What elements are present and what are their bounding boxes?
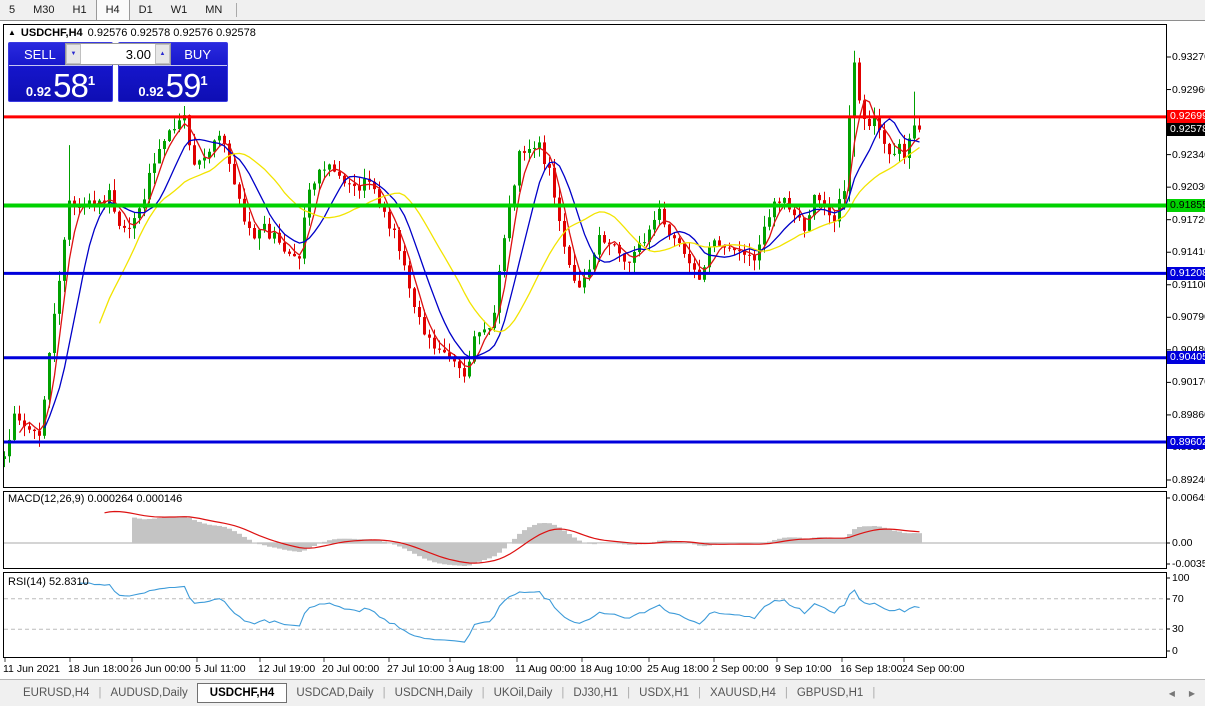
time-axis-label: 12 Jul 19:00	[258, 663, 315, 675]
macd-scale-label: 0.006451	[1172, 492, 1205, 504]
tab-eurusd[interactable]: EURUSD,H4	[14, 683, 98, 703]
price-tick-label: 0.92960	[1172, 84, 1205, 96]
macd-scale-label: 0.00	[1172, 537, 1192, 549]
buy-price-pipette: 1	[200, 76, 207, 86]
price-tick-label: 0.91410	[1172, 246, 1205, 258]
rsi-scale-label: 100	[1172, 572, 1190, 584]
tab-scroll-left-button[interactable]: ◀	[1169, 689, 1175, 698]
buy-price-prefix: 0.92	[138, 82, 163, 102]
sell-price-big-digits: 58	[53, 69, 88, 102]
price-tick-label: 0.92340	[1172, 149, 1205, 161]
tab-xauusd[interactable]: XAUUSD,H4	[701, 683, 785, 703]
time-axis-label: 24 Sep 00:00	[902, 663, 964, 675]
price-badge: 0.90405	[1167, 351, 1205, 364]
price-tick-label: 0.91720	[1172, 214, 1205, 226]
tab-usdcad[interactable]: USDCAD,Daily	[287, 683, 382, 703]
chart-title: ▲ USDCHF,H4 0.92576 0.92578 0.92576 0.9257…	[8, 27, 256, 39]
time-axis-label: 16 Sep 18:00	[840, 663, 902, 675]
price-badge: 0.92578	[1167, 123, 1205, 136]
sell-price-pipette: 1	[88, 76, 95, 86]
time-axis-label: 5 Jul 11:00	[195, 663, 246, 675]
time-axis-label: 9 Sep 10:00	[775, 663, 832, 675]
timeframe-button-w1[interactable]: W1	[162, 0, 197, 20]
timeframe-toolbar: 5M30H1H4D1W1MN	[0, 0, 1205, 21]
trading-terminal-window: 5M30H1H4D1W1MN ▲ USDCHF,H4 0.92576 0.92578…	[0, 0, 1205, 706]
price-tick-label: 0.90170	[1172, 376, 1205, 388]
timeframe-button-d1[interactable]: D1	[130, 0, 162, 20]
tab-dj30[interactable]: DJ30,H1	[564, 683, 627, 703]
volume-input[interactable]	[81, 44, 155, 64]
chart-tab-bar: EURUSD,H4 | AUDUSD,DailyUSDCHF,H4USDCAD,Da…	[0, 679, 1205, 706]
price-tick-label: 0.89240	[1172, 474, 1205, 486]
timeframe-button-h1[interactable]: H1	[64, 0, 96, 20]
price-tick-label: 0.92030	[1172, 181, 1205, 193]
time-axis-label: 27 Jul 10:00	[387, 663, 444, 675]
tab-audusd[interactable]: AUDUSD,Daily	[101, 683, 196, 703]
sell-price-prefix: 0.92	[26, 82, 51, 102]
tab-scroll-arrows: ◀▶	[1169, 689, 1195, 698]
tab-ukoil[interactable]: UKOil,Daily	[485, 683, 562, 703]
tab-separator: |	[872, 687, 875, 699]
tab-gbpusd[interactable]: GBPUSD,H1	[788, 683, 872, 703]
spinner-down-icon: ▼	[71, 51, 77, 57]
tab-usdcnh[interactable]: USDCNH,Daily	[386, 683, 482, 703]
chart-symbol-label: USDCHF,H4	[21, 27, 83, 39]
time-axis-label: 11 Aug 00:00	[515, 663, 576, 675]
one-click-trading-panel: SELL 0.92 58 1 BUY 0.92 59 1 ▼ ▲	[8, 42, 228, 102]
time-axis-label: 26 Jun 00:00	[130, 663, 191, 675]
volume-decrease-button[interactable]: ▼	[66, 44, 81, 64]
time-axis-label: 18 Jun 18:00	[68, 663, 129, 675]
price-badge: 0.91855	[1167, 199, 1205, 212]
tab-usdchf[interactable]: USDCHF,H4	[197, 683, 288, 703]
chart-canvas[interactable]	[0, 0, 1205, 706]
toolbar-separator	[236, 3, 237, 17]
time-axis-label: 11 Jun 2021	[3, 663, 60, 675]
timeframe-button-m30[interactable]: M30	[24, 0, 63, 20]
time-axis-label: 18 Aug 10:00	[580, 663, 642, 675]
rsi-scale-label: 70	[1172, 593, 1184, 605]
volume-increase-button[interactable]: ▲	[155, 44, 170, 64]
price-tick-label: 0.90790	[1172, 311, 1205, 323]
time-axis-label: 25 Aug 18:00	[647, 663, 709, 675]
rsi-scale-label: 30	[1172, 623, 1184, 635]
price-tick-label: 0.91100	[1172, 279, 1205, 291]
time-axis-label: 3 Aug 18:00	[448, 663, 504, 675]
price-tick-label: 0.93270	[1172, 51, 1205, 63]
tab-scroll-right-button[interactable]: ▶	[1189, 689, 1195, 698]
rsi-indicator-label: RSI(14) 52.8310	[8, 576, 89, 588]
chart-ohlc-values: 0.92576 0.92578 0.92576 0.92578	[88, 27, 256, 39]
timeframe-button-mn[interactable]: MN	[196, 0, 231, 20]
volume-stepper: ▼ ▲	[65, 43, 171, 65]
spinner-up-icon: ▲	[160, 51, 166, 57]
macd-scale-label: -0.00350	[1172, 558, 1205, 570]
price-tick-label: 0.89860	[1172, 409, 1205, 421]
timeframe-button-h4[interactable]: H4	[96, 0, 130, 20]
sell-price[interactable]: 0.92 58 1	[9, 66, 112, 104]
price-badge: 0.91208	[1167, 267, 1205, 280]
tab-usdx[interactable]: USDX,H1	[630, 683, 698, 703]
rsi-scale-label: 0	[1172, 645, 1178, 657]
time-axis-label: 20 Jul 00:00	[322, 663, 379, 675]
buy-price[interactable]: 0.92 59 1	[119, 66, 227, 104]
timeframe-button-5[interactable]: 5	[0, 0, 24, 20]
price-badge: 0.89602	[1167, 436, 1205, 449]
chart-collapse-arrow-icon[interactable]: ▲	[8, 28, 16, 37]
macd-indicator-label: MACD(12,26,9) 0.000264 0.000146	[8, 493, 182, 505]
price-badge: 0.92699	[1167, 110, 1205, 123]
buy-price-big-digits: 59	[166, 69, 201, 102]
time-axis-label: 2 Sep 00:00	[712, 663, 769, 675]
